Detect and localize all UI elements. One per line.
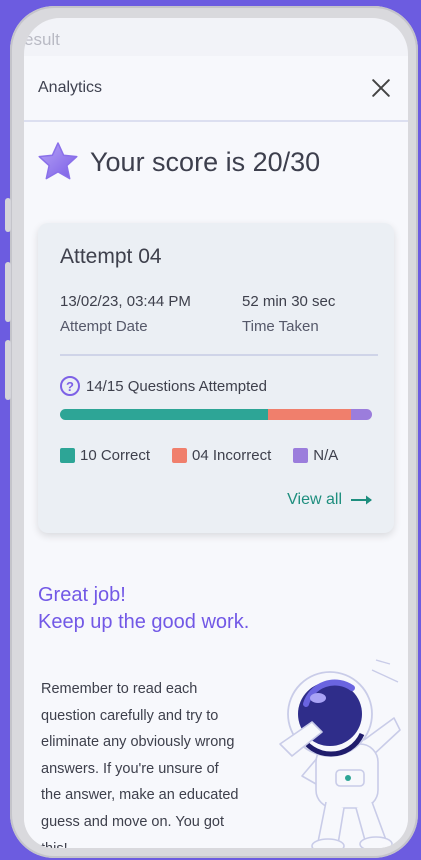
- phone-screen: esult Analytics Your score is 20/30 Atte…: [24, 18, 408, 848]
- view-all-label: View all: [287, 491, 342, 508]
- encouragement-line-1: Great job!: [38, 584, 126, 606]
- tips-line: answers. If you're unsure of: [41, 760, 219, 777]
- view-all-link[interactable]: View all: [287, 491, 374, 509]
- questions-attempted-text: 14/15 Questions Attempted: [86, 377, 267, 395]
- legend-correct: 10 Correct: [60, 447, 150, 464]
- background-page-label: esult: [24, 30, 60, 49]
- legend-correct-label: 10 Correct: [80, 447, 151, 464]
- attempt-card: Attempt 04 13/02/23, 03:44 PM Attempt Da…: [38, 223, 394, 533]
- legend-correct-swatch: [60, 448, 75, 463]
- legend-incorrect-label: 04 Incorrect: [192, 447, 272, 464]
- star-icon: [38, 142, 78, 180]
- astronaut-illustration: [279, 659, 401, 848]
- attempt-date-label: Attempt Date: [60, 318, 148, 335]
- tips-line: Remember to read each: [41, 681, 198, 697]
- legend-na: N/A: [293, 447, 338, 464]
- encouragement-line-2: Keep up the good work.: [38, 611, 250, 633]
- progress-na-segment: [351, 409, 372, 420]
- tips-line: question carefully and try to: [41, 707, 219, 724]
- sheet-header: Analytics: [24, 56, 408, 122]
- attempt-title: Attempt 04: [60, 245, 162, 268]
- legend-incorrect-swatch: [172, 448, 188, 463]
- analytics-sheet: Analytics Your score is 20/30 Attempt 04…: [24, 56, 408, 848]
- progress-correct-segment: [60, 409, 268, 420]
- progress-legend: 10 Correct 04 Incorrect N/A: [60, 447, 360, 464]
- sheet-title: Analytics: [38, 79, 103, 96]
- questions-progress-bar: [60, 409, 372, 420]
- score-row: Your score is 20/30: [24, 122, 408, 184]
- questions-attempted-row: ? 14/15 Questions Attempted: [60, 376, 267, 396]
- phone-side-button: [5, 340, 11, 400]
- time-taken-label: Time Taken: [242, 318, 319, 335]
- arrow-right-icon: [351, 495, 372, 505]
- tips-line: eliminate any obviously wrong: [41, 734, 235, 751]
- tips-line: this!: [41, 836, 266, 848]
- legend-na-swatch: [293, 448, 309, 463]
- time-taken-value: 52 min 30 sec: [242, 293, 336, 310]
- attempt-date-value: 13/02/23, 03:44 PM: [60, 293, 191, 310]
- tips-line: the answer, make an educated: [41, 787, 239, 804]
- score-text: Your score is 20/30: [90, 146, 321, 177]
- legend-incorrect: 04 Incorrect: [172, 447, 271, 464]
- card-divider: [60, 354, 378, 356]
- tips-line: guess and move on. You got: [41, 813, 225, 830]
- progress-incorrect-segment: [268, 409, 352, 420]
- phone-side-button: [5, 262, 11, 322]
- legend-na-label: N/A: [313, 447, 339, 464]
- question-circle-icon: ?: [60, 376, 80, 396]
- tips-paragraph: Remember to read each question carefully…: [41, 676, 266, 848]
- close-icon[interactable]: [368, 75, 394, 101]
- encouragement-heading: Great job! Keep up the good work.: [38, 582, 249, 636]
- phone-side-button: [5, 198, 11, 232]
